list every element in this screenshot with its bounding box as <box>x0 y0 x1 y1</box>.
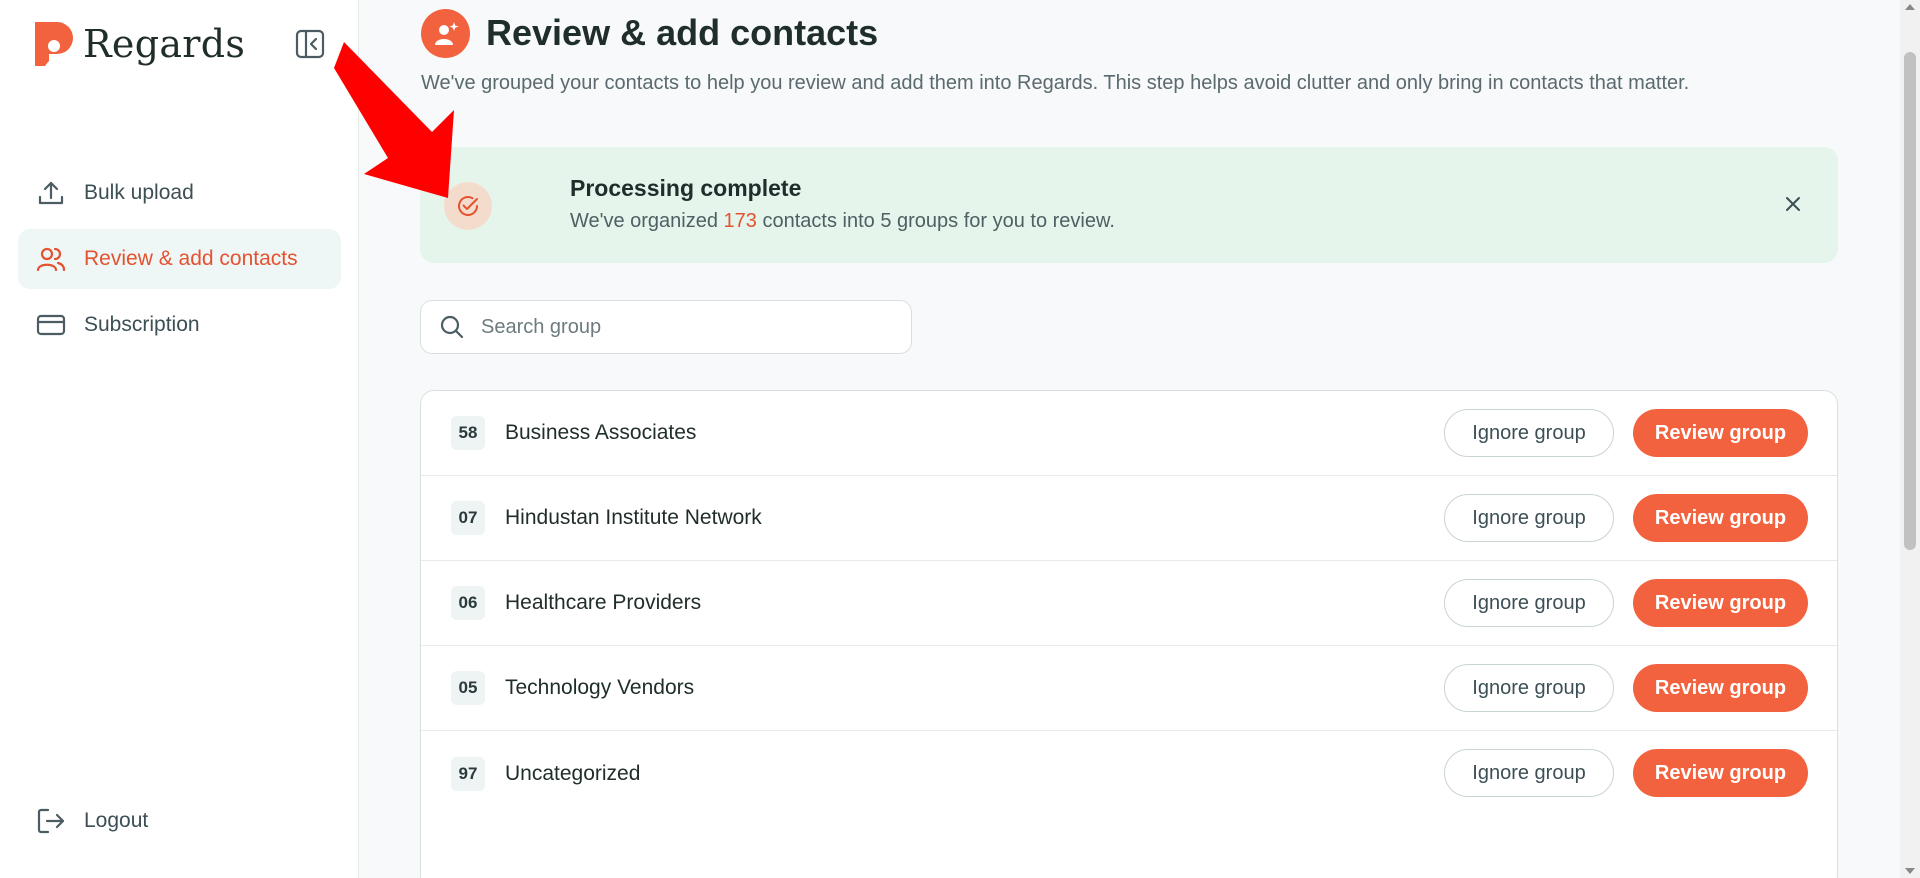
page-title: Review & add contacts <box>486 12 879 53</box>
logout-button[interactable]: Logout <box>36 806 148 836</box>
scroll-down-arrow-icon[interactable] <box>1905 868 1915 874</box>
search-group-input[interactable] <box>481 315 881 339</box>
ignore-group-button[interactable]: Ignore group <box>1444 494 1614 542</box>
sidebar-item-label: Subscription <box>84 313 200 336</box>
review-group-button[interactable]: Review group <box>1633 749 1808 797</box>
review-group-button[interactable]: Review group <box>1633 579 1808 627</box>
review-group-button[interactable]: Review group <box>1633 494 1808 542</box>
ignore-group-button[interactable]: Ignore group <box>1444 409 1614 457</box>
processing-complete-alert: Processing complete We've organized 173 … <box>420 147 1838 263</box>
brand-name: Regards <box>83 22 246 66</box>
credit-card-icon <box>36 314 66 336</box>
contacts-count: 173 <box>723 210 757 232</box>
add-contacts-icon <box>421 9 470 58</box>
sidebar-item-subscription[interactable]: Subscription <box>18 295 341 355</box>
group-count-badge: 58 <box>451 416 485 450</box>
sidebar-collapse-icon <box>295 29 325 59</box>
logout-icon <box>37 808 65 834</box>
sidebar: Regards Bulk upload Review & add contact… <box>0 0 359 878</box>
close-icon <box>1786 197 1800 211</box>
group-count-badge: 06 <box>451 586 485 620</box>
regards-logo-icon <box>35 22 73 66</box>
alert-message: We've organized 173 contacts into 5 grou… <box>570 210 1115 233</box>
sidebar-item-label: Review & add contacts <box>84 247 298 270</box>
review-group-button[interactable]: Review group <box>1633 409 1808 457</box>
ignore-group-button[interactable]: Ignore group <box>1444 664 1614 712</box>
group-count-badge: 07 <box>451 501 485 535</box>
group-row: 97 Uncategorized Ignore group Review gro… <box>421 731 1837 816</box>
group-name: Business Associates <box>505 421 697 444</box>
scroll-up-arrow-icon[interactable] <box>1905 4 1915 10</box>
alert-close-button[interactable] <box>1778 189 1808 219</box>
collapse-sidebar-button[interactable] <box>293 27 327 61</box>
group-count-badge: 97 <box>451 756 485 791</box>
check-circle-icon <box>444 182 492 230</box>
group-row: 06 Healthcare Providers Ignore group Rev… <box>421 561 1837 646</box>
page-subtitle: We've grouped your contacts to help you … <box>421 72 1690 94</box>
group-row: 05 Technology Vendors Ignore group Revie… <box>421 646 1837 731</box>
sidebar-item-review-add-contacts[interactable]: Review & add contacts <box>18 229 341 289</box>
group-count-badge: 05 <box>451 671 485 705</box>
group-name: Uncategorized <box>505 761 641 785</box>
group-row: 58 Business Associates Ignore group Revi… <box>421 391 1837 476</box>
vertical-scrollbar[interactable] <box>1900 0 1920 878</box>
scrollbar-thumb[interactable] <box>1904 52 1916 550</box>
group-name: Technology Vendors <box>505 676 695 699</box>
ignore-group-button[interactable]: Ignore group <box>1444 579 1614 627</box>
group-name: Healthcare Providers <box>505 591 702 614</box>
brand-logo[interactable]: Regards <box>35 22 245 66</box>
alert-text-after: contacts into 5 groups for you to review… <box>756 210 1115 232</box>
ignore-group-button[interactable]: Ignore group <box>1444 749 1614 797</box>
sidebar-nav: Bulk upload Review & add contacts Subscr… <box>18 163 341 361</box>
search-icon <box>440 315 464 339</box>
review-group-button[interactable]: Review group <box>1633 664 1808 712</box>
group-row: 07 Hindustan Institute Network Ignore gr… <box>421 476 1837 561</box>
group-name: Hindustan Institute Network <box>505 506 762 529</box>
search-group-field[interactable] <box>420 300 912 354</box>
users-icon <box>36 247 66 272</box>
groups-list: 58 Business Associates Ignore group Revi… <box>420 390 1838 878</box>
logout-label: Logout <box>84 809 149 832</box>
alert-text-before: We've organized <box>570 210 724 232</box>
sidebar-item-bulk-upload[interactable]: Bulk upload <box>18 163 341 223</box>
sidebar-item-label: Bulk upload <box>84 181 194 204</box>
main-content: Review & add contacts We've grouped your… <box>360 0 1900 878</box>
alert-title: Processing complete <box>570 175 802 201</box>
upload-icon <box>38 181 64 205</box>
